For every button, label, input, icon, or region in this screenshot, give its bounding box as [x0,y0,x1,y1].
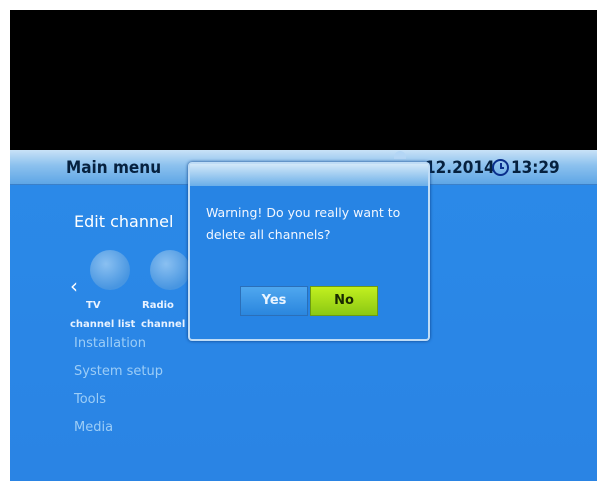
menu-item-media[interactable]: Media [74,420,113,435]
tv-icon[interactable] [90,250,130,290]
date-display: 12.2014 [425,158,495,178]
section-title: Edit channel [74,212,174,231]
yes-button[interactable]: Yes [240,286,308,316]
menu-item-installation[interactable]: Installation [74,336,146,351]
radio-icon[interactable] [150,250,190,290]
dialog-message: Warning! Do you really want to delete al… [206,205,401,242]
bell-icon [394,151,406,159]
tile-label-top: TV [86,300,101,311]
menu-screen: Main menu 12.2014 13:29 Edit channel ‹ T… [10,150,597,481]
chevron-left-icon[interactable]: ‹ [70,274,78,298]
tv-screen: Main menu 12.2014 13:29 Edit channel ‹ T… [10,10,597,481]
time-display: 13:29 [511,158,560,178]
dialog-header [190,164,428,186]
clock-icon [492,159,509,176]
tile-label-bottom: channel list [70,319,136,330]
no-button[interactable]: No [310,286,378,316]
menu-item-system-setup[interactable]: System setup [74,364,163,379]
tile-label-top: Radio [142,300,174,311]
page-title: Main menu [66,158,162,178]
menu-item-tools[interactable]: Tools [74,392,106,407]
warning-dialog: Warning! Do you really want to delete al… [188,162,430,341]
